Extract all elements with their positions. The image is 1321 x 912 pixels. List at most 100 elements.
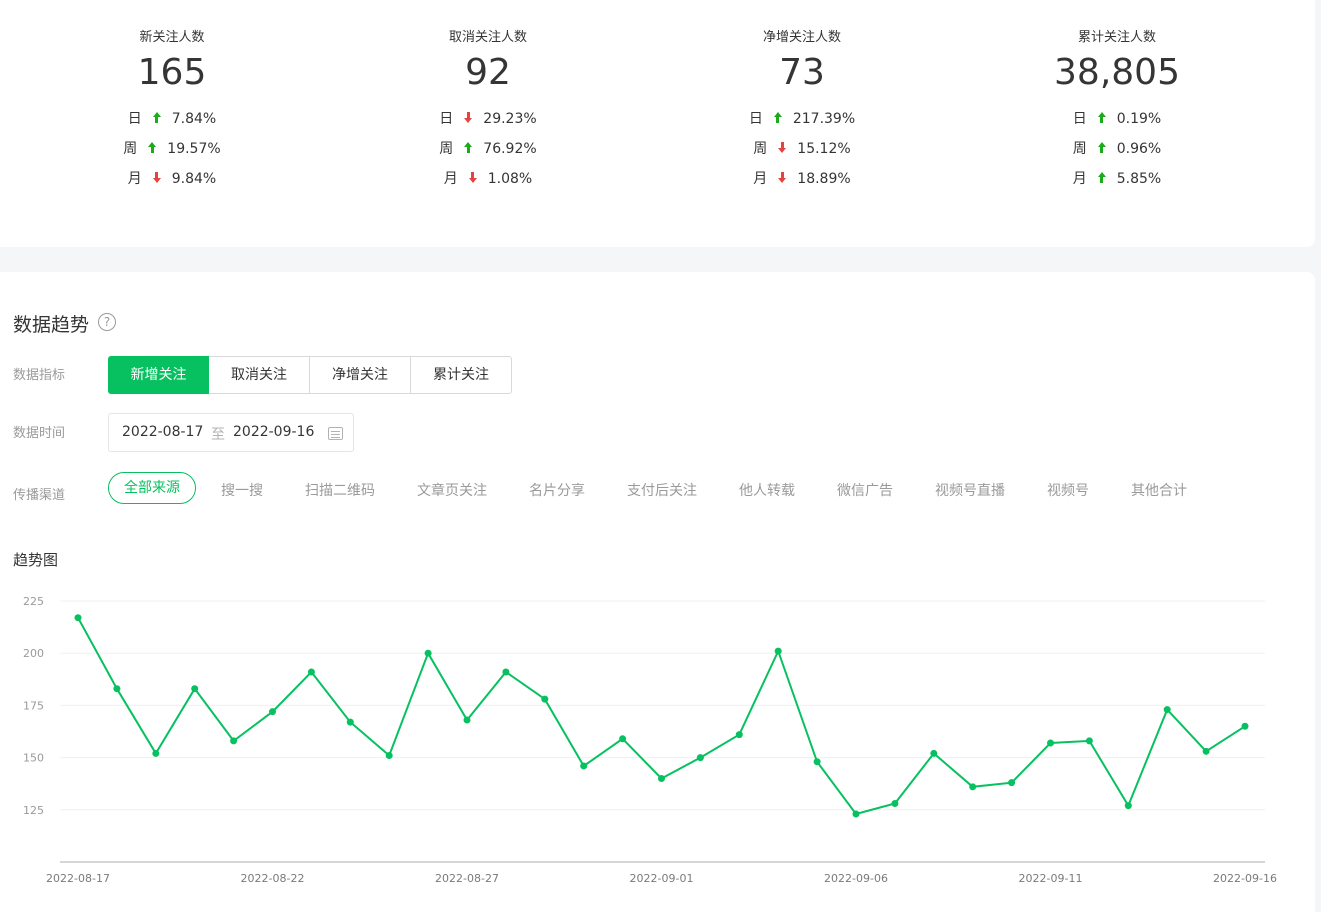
data-point[interactable] [930,749,938,757]
stat-row-week: 周 0.96% [977,138,1257,158]
stat-title: 取消关注人数 [448,30,527,45]
period-label: 日 [127,111,142,127]
data-point[interactable] [346,718,354,726]
trend-chart: 125 150 175 200 225 2022-08-17 2022-08-22 2022-… [23,595,1277,885]
data-point[interactable] [1085,737,1093,745]
y-tick-label: 150 [23,752,44,765]
data-point[interactable] [230,737,238,745]
channel-ads[interactable]: 微信广告 [837,480,893,500]
y-tick-label: 175 [23,699,44,712]
data-point[interactable] [774,647,782,655]
metric-unfollow-button[interactable]: 取消关注 [209,356,310,394]
arrow-up-icon [463,142,473,154]
data-point[interactable] [969,783,977,791]
date-range-picker[interactable]: 2022-08-17 至 2022-09-16 [108,413,354,452]
metric-total-button[interactable]: 累计关注 [411,356,512,394]
arrow-down-icon [777,142,787,154]
period-label: 日 [1072,111,1087,127]
data-point[interactable] [1241,722,1249,730]
x-tick-label: 2022-08-22 [241,872,305,885]
change-pct: 9.84% [171,171,217,187]
stat-row-month: 月 1.08% [348,168,628,188]
x-tick-label: 2022-09-06 [824,872,888,885]
data-point[interactable] [658,774,665,782]
channel-card-share[interactable]: 名片分享 [529,480,585,500]
data-point[interactable] [852,810,860,818]
data-point[interactable] [1047,739,1054,747]
x-tick-label: 2022-08-17 [46,872,110,885]
period-label: 日 [439,111,454,127]
data-point[interactable] [813,758,821,766]
arrow-up-icon [1097,142,1107,154]
stat-value: 92 [465,52,511,93]
data-point[interactable] [113,685,121,693]
data-point[interactable] [1202,747,1210,755]
data-point[interactable] [385,752,393,760]
metric-label: 数据指标 [13,368,66,383]
data-point[interactable] [307,668,315,676]
stat-title: 累计关注人数 [1077,30,1156,45]
stat-row-month: 月 9.84% [32,168,312,188]
date-end[interactable]: 2022-09-16 [233,424,314,440]
period-label: 周 [439,141,454,157]
date-start[interactable]: 2022-08-17 [122,424,203,440]
period-label: 月 [753,171,768,187]
data-point[interactable] [191,685,199,693]
channel-video[interactable]: 视频号 [1047,480,1089,500]
stat-row-month: 月 5.85% [977,168,1257,188]
arrow-up-icon [1097,112,1107,124]
data-point[interactable] [152,749,160,757]
data-point[interactable] [1008,779,1016,787]
data-point[interactable] [424,649,432,657]
channel-article[interactable]: 文章页关注 [417,480,487,500]
metric-new-button[interactable]: 新增关注 [108,356,209,394]
chart-title: 趋势图 [13,551,59,569]
data-point[interactable] [580,762,588,770]
channel-live[interactable]: 视频号直播 [935,480,1005,500]
data-point[interactable] [696,754,704,762]
data-point[interactable] [463,716,471,724]
change-pct: 7.84% [171,111,217,127]
y-tick-label: 125 [23,804,44,817]
data-point[interactable] [1163,706,1171,714]
help-icon[interactable]: ? [98,313,116,331]
stat-row-day: 日 29.23% [348,108,628,128]
data-point[interactable] [891,800,899,808]
data-point[interactable] [502,668,510,676]
change-pct: 15.12% [797,141,851,157]
stat-value: 165 [137,52,207,93]
data-point[interactable] [1124,802,1132,810]
stat-row-day: 日 0.19% [977,108,1257,128]
arrow-up-icon [1097,172,1107,184]
y-tick-label: 225 [23,595,44,608]
period-label: 月 [1072,171,1087,187]
stat-value: 38,805 [1054,52,1180,93]
arrow-up-icon [147,142,157,154]
stat-title: 新关注人数 [139,30,205,45]
x-tick-label: 2022-09-16 [1213,872,1277,885]
change-pct: 18.89% [797,171,851,187]
data-point[interactable] [269,708,276,716]
change-pct: 29.23% [483,111,537,127]
data-point[interactable] [619,735,627,743]
channel-all[interactable]: 全部来源 [108,472,196,504]
metric-net-button[interactable]: 净增关注 [310,356,411,394]
section-title: 数据趋势 [13,314,90,336]
stat-row-month: 月 18.89% [662,168,942,188]
channel-qrcode[interactable]: 扫描二维码 [305,480,375,500]
metric-selector: 新增关注 取消关注 净增关注 累计关注 [108,356,512,394]
channel-other[interactable]: 其他合计 [1131,480,1187,500]
stats-card: 新关注人数 165 日 7.84% 周 19.57% 月 9.84% 取消关注人数 9… [0,0,1315,247]
arrow-down-icon [463,112,473,124]
channel-after-pay[interactable]: 支付后关注 [627,480,697,500]
data-point[interactable] [735,731,743,739]
stat-row-day: 日 217.39% [662,108,942,128]
data-point[interactable] [74,614,82,622]
channel-repost[interactable]: 他人转载 [739,480,795,500]
calendar-icon[interactable] [328,427,343,440]
period-label: 周 [1072,141,1087,157]
series-line [77,617,1246,816]
data-point[interactable] [541,695,549,703]
channel-search[interactable]: 搜一搜 [221,480,263,500]
x-tick-label: 2022-09-01 [630,872,694,885]
